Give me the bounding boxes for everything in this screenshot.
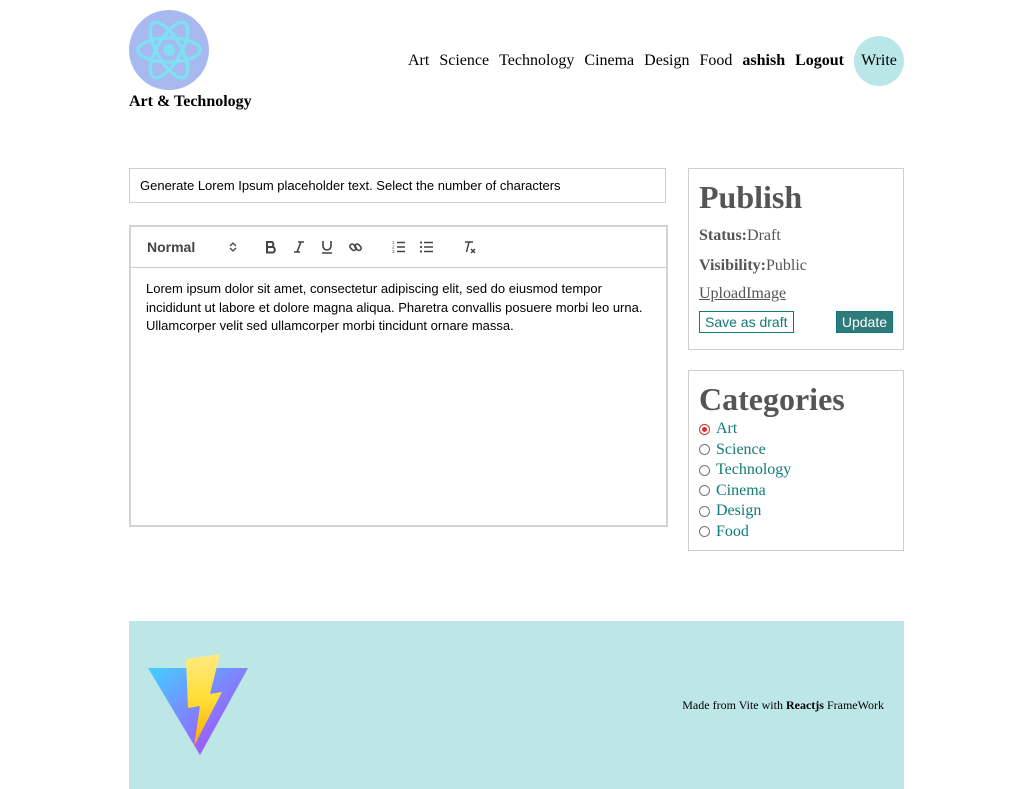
category-radio-cinema[interactable] (699, 485, 710, 497)
category-option-food[interactable]: Food (699, 522, 893, 543)
save-draft-button[interactable]: Save as draft (699, 311, 794, 333)
link-button[interactable] (341, 235, 369, 259)
nav-link-art[interactable]: Art (408, 52, 429, 70)
post-title-input[interactable] (129, 168, 666, 203)
status-value: Draft (747, 227, 781, 244)
footer-text-suffix: FrameWork (826, 698, 884, 712)
category-radio-science[interactable] (699, 444, 710, 456)
visibility-row: Visibility:Public (699, 255, 893, 277)
publish-heading: Publish (699, 179, 803, 215)
bold-icon (266, 241, 276, 254)
link-icon (348, 242, 362, 251)
editor-content[interactable]: Lorem ipsum dolor sit amet, consectetur … (131, 268, 666, 348)
footer: Made from Vite with Reactjs FrameWork (129, 621, 904, 789)
logout-link[interactable]: Logout (795, 52, 844, 70)
nav-link-food[interactable]: Food (699, 52, 732, 70)
upload-image-link[interactable]: UploadImage (699, 285, 786, 303)
publish-buttons: Save as draft Update (699, 311, 893, 333)
footer-text-bold: Reactjs (785, 698, 824, 712)
category-label-cinema[interactable]: Cinema (716, 482, 766, 500)
category-option-science[interactable]: Science (699, 440, 893, 461)
underline-icon (322, 241, 332, 254)
editor-toolbar: Normal 1 2 3 (131, 227, 666, 268)
write-button[interactable]: Write (854, 36, 904, 86)
rich-text-editor: Normal 1 2 3 Lorem ipsum dolor sit amet,… (129, 225, 668, 527)
nav-link-cinema[interactable]: Cinema (584, 52, 634, 70)
clear-format-icon (464, 241, 476, 254)
category-radio-food[interactable] (699, 526, 710, 538)
ordered-list-button[interactable]: 123 (384, 235, 412, 259)
nav-link-science[interactable]: Science (439, 52, 489, 70)
category-label-science[interactable]: Science (716, 441, 766, 459)
category-option-cinema[interactable]: Cinema (699, 481, 893, 502)
heading-select[interactable]: Normal (147, 239, 237, 255)
update-button[interactable]: Update (835, 311, 893, 333)
status-row: Status:Draft (699, 225, 893, 247)
categories-panel: Categories Art Science Technology Cinema… (688, 370, 904, 551)
category-label-technology[interactable]: Technology (716, 461, 791, 479)
ordered-list-icon: 123 (392, 240, 405, 254)
site-title: Art & Technology (129, 93, 252, 110)
main-nav: Art Science Technology Cinema Design Foo… (408, 36, 904, 86)
category-option-art[interactable]: Art (699, 419, 893, 440)
react-atom-icon (136, 20, 202, 80)
category-label-design[interactable]: Design (716, 502, 761, 520)
categories-heading: Categories (699, 381, 845, 417)
category-label-art[interactable]: Art (716, 420, 737, 438)
footer-text-prefix: Made from Vite with (682, 698, 783, 712)
select-arrows-icon (229, 242, 237, 252)
vite-logo-icon (148, 654, 248, 755)
category-radio-design[interactable] (699, 505, 710, 517)
category-label-food[interactable]: Food (716, 523, 749, 541)
svg-text:3: 3 (392, 249, 395, 254)
bullet-list-icon (419, 241, 433, 253)
visibility-label: Visibility: (699, 257, 766, 274)
italic-icon (294, 241, 304, 253)
nav-username: ashish (742, 52, 786, 69)
category-option-technology[interactable]: Technology (699, 460, 893, 481)
visibility-value: Public (765, 257, 807, 274)
category-radio-art[interactable] (699, 423, 710, 435)
footer-credit: Made from Vite with Reactjs FrameWork (682, 698, 884, 713)
nav-link-technology[interactable]: Technology (499, 52, 574, 70)
status-label: Status: (699, 227, 748, 244)
publish-panel: Publish Status:Draft Visibility:Public U… (688, 168, 904, 350)
category-option-design[interactable]: Design (699, 501, 893, 522)
heading-select-value: Normal (147, 239, 196, 255)
nav-link-design[interactable]: Design (644, 52, 689, 70)
underline-button[interactable] (313, 235, 341, 259)
site-logo[interactable] (129, 10, 209, 90)
bold-button[interactable] (257, 235, 285, 259)
clear-format-button[interactable] (455, 235, 483, 259)
bullet-list-button[interactable] (412, 235, 440, 259)
italic-button[interactable] (285, 235, 313, 259)
category-radio-technology[interactable] (699, 464, 710, 476)
